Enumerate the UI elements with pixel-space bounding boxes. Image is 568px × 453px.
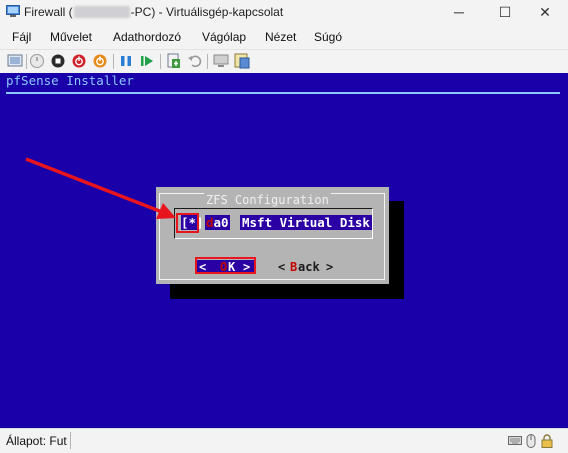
checkpoint-icon[interactable] (166, 53, 182, 69)
title-bar: Firewall (-PC) - Virtuálisgép-kapcsolat … (0, 0, 568, 24)
save-icon[interactable] (92, 53, 108, 69)
toolbar-separator (207, 54, 208, 69)
menu-media[interactable]: Adathordozó (113, 30, 181, 44)
enhanced-session-icon[interactable] (213, 53, 229, 69)
keyboard-icon (508, 436, 522, 445)
menu-view[interactable]: Nézet (265, 30, 296, 44)
revert-icon[interactable] (187, 53, 203, 69)
status-separator (70, 432, 71, 449)
lock-icon (541, 434, 553, 448)
share-icon[interactable] (234, 53, 250, 69)
minimize-button[interactable]: ─ (436, 0, 482, 24)
vm-connection-icon (6, 5, 20, 17)
menu-help[interactable]: Súgó (314, 30, 342, 44)
start-icon[interactable] (29, 53, 45, 69)
annotation-arrow-icon (25, 157, 176, 219)
vm-console-screen[interactable]: pfSense Installer ZFS Configuration [*] … (0, 73, 568, 428)
window-title: Firewall (-PC) - Virtuálisgép-kapcsolat (24, 5, 284, 19)
resume-icon[interactable] (139, 53, 155, 69)
redacted-host-name (73, 6, 130, 18)
menu-file[interactable]: Fájl (12, 30, 31, 44)
menu-clipboard[interactable]: Vágólap (202, 30, 246, 44)
vm-status: Állapot: Fut (6, 434, 67, 448)
turn-off-icon[interactable] (50, 53, 66, 69)
pause-icon[interactable] (118, 53, 134, 69)
close-button[interactable]: ✕ (522, 0, 568, 24)
toolbar-separator (26, 54, 27, 69)
mouse-icon (526, 434, 536, 448)
ctrl-alt-del-icon[interactable] (7, 53, 23, 69)
status-bar: Állapot: Fut (0, 428, 568, 453)
toolbar-separator (113, 54, 114, 69)
shut-down-icon[interactable] (71, 53, 87, 69)
toolbar (0, 49, 568, 74)
menu-bar: Fájl Művelet Adathordozó Vágólap Nézet S… (0, 24, 568, 48)
toolbar-separator (160, 54, 161, 69)
menu-action[interactable]: Művelet (50, 30, 92, 44)
